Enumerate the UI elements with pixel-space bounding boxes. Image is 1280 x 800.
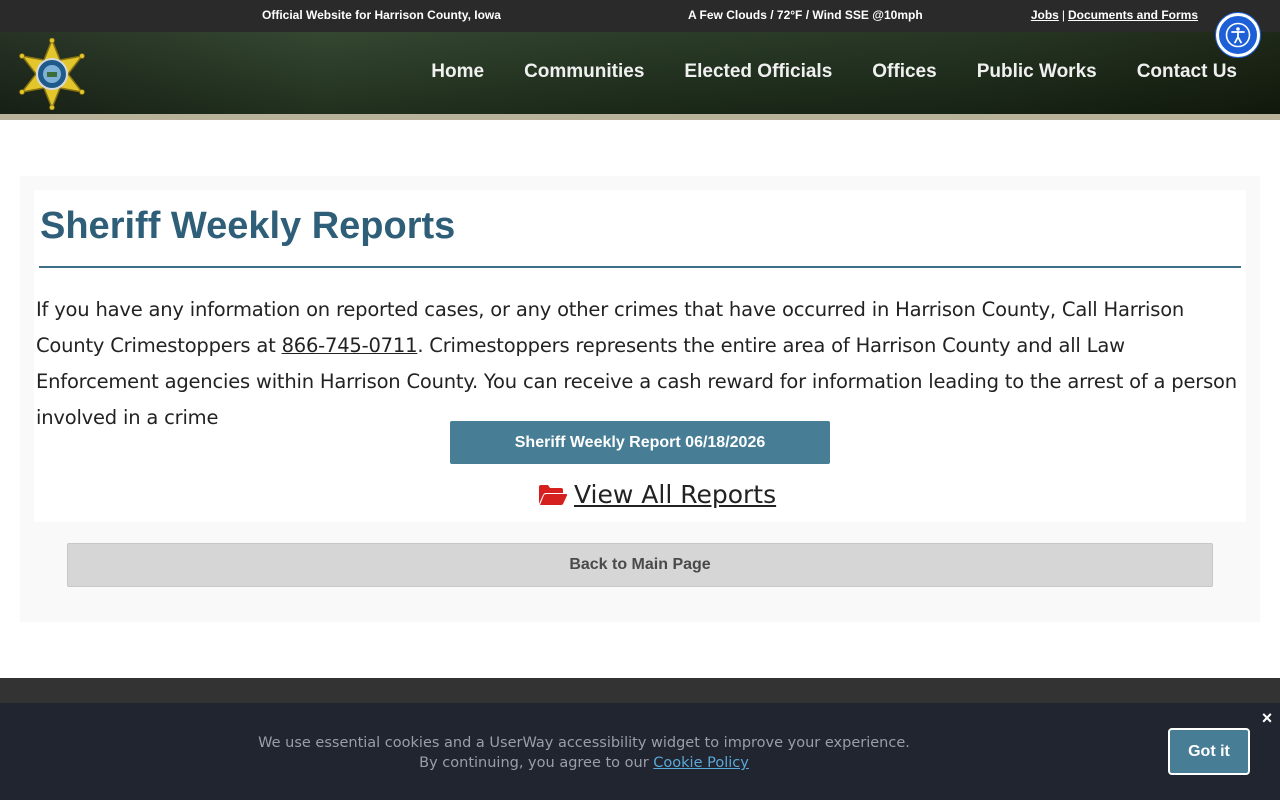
page-title: Sheriff Weekly Reports (40, 205, 456, 247)
nav-contact-us[interactable]: Contact Us (1137, 61, 1237, 83)
accessibility-button[interactable] (1216, 13, 1260, 57)
cookie-accept-label: Got it (1188, 742, 1230, 760)
cookie-message-prefix: By continuing, you agree to our (419, 755, 654, 771)
cookie-message-line1: We use essential cookies and a UserWay a… (258, 735, 910, 751)
top-info-bar: Official Website for Harrison County, Io… (0, 0, 1280, 32)
cookie-consent-bar: We use essential cookies and a UserWay a… (0, 703, 1280, 800)
link-separator: | (1061, 8, 1065, 22)
nav-elected-officials[interactable]: Elected Officials (684, 61, 832, 83)
close-icon[interactable]: × (1259, 709, 1275, 727)
crimestoppers-phone-link[interactable]: 866-745-0711 (282, 334, 418, 357)
cookie-policy-link[interactable]: Cookie Policy (653, 755, 749, 771)
weather-readout: A Few Clouds / 72°F / Wind SSE @10mph (688, 8, 923, 22)
view-all-reports-link[interactable]: View All Reports (538, 480, 776, 509)
cookie-accept-button[interactable]: Got it (1168, 728, 1250, 775)
header-divider (0, 114, 1280, 120)
back-to-main-page-button[interactable]: Back to Main Page (67, 543, 1213, 587)
crimestoppers-paragraph: If you have any information on reported … (36, 292, 1252, 436)
nav-communities[interactable]: Communities (524, 61, 644, 83)
sheriff-weekly-report-button[interactable]: Sheriff Weekly Report 06/18/2026 (450, 421, 830, 464)
title-underline (39, 266, 1241, 268)
main-navigation: Home Communities Elected Officials Offic… (391, 61, 1237, 83)
sheriff-star-badge-icon (19, 37, 85, 111)
documents-forms-link[interactable]: Documents and Forms (1068, 8, 1198, 22)
sheriff-star-badge-logo[interactable] (16, 37, 88, 111)
nav-offices[interactable]: Offices (872, 61, 936, 83)
nav-home[interactable]: Home (431, 61, 484, 83)
cookie-message-line2: By continuing, you agree to our Cookie P… (0, 753, 1168, 773)
cookie-message: We use essential cookies and a UserWay a… (0, 733, 1168, 773)
accessibility-icon (1225, 22, 1251, 48)
nav-public-works[interactable]: Public Works (977, 61, 1097, 83)
back-button-label: Back to Main Page (569, 556, 711, 573)
jobs-link[interactable]: Jobs (1031, 8, 1059, 22)
report-button-label: Sheriff Weekly Report 06/18/2026 (514, 433, 766, 451)
official-site-label: Official Website for Harrison County, Io… (262, 8, 501, 22)
view-all-reports-label: View All Reports (574, 480, 777, 509)
folder-open-icon (539, 484, 568, 505)
top-links: Jobs | Documents and Forms (1031, 8, 1198, 22)
